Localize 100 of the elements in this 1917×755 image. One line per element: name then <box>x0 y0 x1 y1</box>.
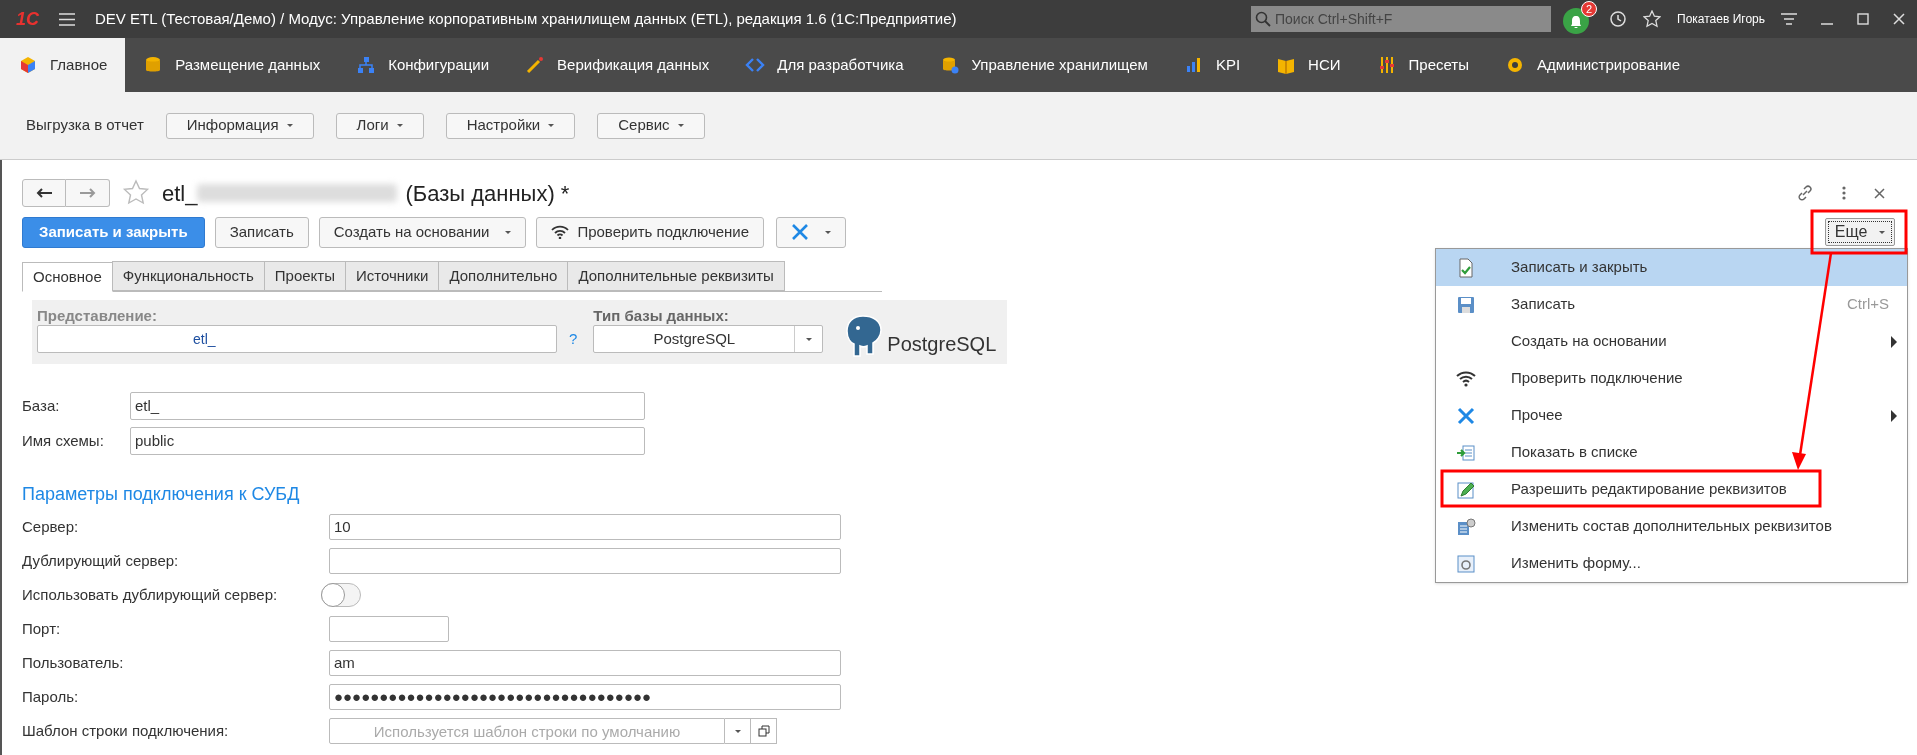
caret-icon <box>548 124 555 127</box>
menu-item[interactable]: Изменить форму... <box>1436 545 1907 582</box>
field-label: Шаблон строки подключения: <box>22 720 230 741</box>
caret-icon <box>825 230 832 234</box>
menu-icon[interactable] <box>59 12 75 26</box>
field-label: База: <box>22 395 61 416</box>
caret-icon <box>396 124 403 127</box>
more-button[interactable]: Еще <box>1825 218 1895 246</box>
menu-item[interactable]: Записать и закрыть <box>1436 249 1907 286</box>
tools-button[interactable] <box>776 216 847 248</box>
menu-button[interactable]: Логи <box>335 112 424 139</box>
section-tab[interactable]: Администрирование <box>1487 38 1699 92</box>
list-gear-icon <box>1456 516 1476 537</box>
window-title: DEV ETL (Тестовая/Демо) / Модус: Управление корпоративным хранилищем данных (ETL), редакция 1.6 (1С:Предприятие) <box>95 8 957 29</box>
bell-icon <box>1570 14 1582 28</box>
menu-icon[interactable] <box>1781 13 1797 25</box>
connection-template-field[interactable]: Используется шаблон строки по умолчанию <box>329 718 725 744</box>
field-label: Пароль: <box>22 686 80 707</box>
form-tab[interactable]: Функциональность <box>111 261 265 291</box>
submenu-arrow-icon <box>1891 409 1897 422</box>
cube-icon <box>18 55 38 75</box>
maximize-icon[interactable] <box>1857 13 1869 25</box>
field-label: Использовать дублирующий сервер: <box>22 584 279 605</box>
star-icon[interactable] <box>1643 10 1661 28</box>
back-button[interactable] <box>22 179 66 207</box>
toggle-switch[interactable] <box>321 583 361 607</box>
port-field[interactable] <box>329 616 449 642</box>
form-title: (Базы данных) * <box>405 179 570 208</box>
form-tab[interactable]: Дополнительно <box>438 261 569 291</box>
menu-button[interactable]: Сервис <box>597 112 705 139</box>
form-tab[interactable]: Основное <box>22 262 113 292</box>
tools-icon <box>1456 405 1476 426</box>
section-heading: Параметры подключения к СУБД <box>22 483 300 506</box>
section-tab[interactable]: Управление хранилищем <box>921 38 1166 92</box>
section-tab[interactable]: Размещение данных <box>125 38 339 92</box>
form-tab[interactable]: Источники <box>345 261 440 291</box>
caret-icon <box>677 124 684 127</box>
menu-button[interactable]: Настройки <box>445 112 576 139</box>
submenu-arrow-icon <box>1891 335 1897 348</box>
menu-item[interactable]: Разрешить редактирование реквизитов <box>1436 471 1907 508</box>
menu-item[interactable]: Создать на основании <box>1436 323 1907 360</box>
text-field[interactable]: ●●●●●●●●●●●●●●●●●●●●●●●●●●●●●●●●●●● <box>329 684 841 710</box>
text-field[interactable] <box>329 548 841 574</box>
command-label: Выгрузка в отчет <box>26 115 144 136</box>
search-icon <box>1255 11 1271 27</box>
field-label: Сервер: <box>22 516 80 537</box>
create-based-on-button[interactable]: Создать на основании <box>318 216 527 248</box>
text-field[interactable]: public <box>130 427 645 455</box>
text-field[interactable]: 10 <box>329 514 841 540</box>
text-field[interactable]: etl_ <box>130 392 645 420</box>
field-label: Дублирующий сервер: <box>22 550 180 571</box>
field-label: Представление: <box>37 306 158 325</box>
field-label: Пользователь: <box>22 652 125 673</box>
list-arrow-icon <box>1456 442 1476 463</box>
check-connection-button[interactable]: Проверить подключение <box>536 216 765 248</box>
forward-arrow-icon <box>79 188 96 198</box>
edit-pencil-icon <box>1456 479 1476 500</box>
caret-icon <box>286 124 293 127</box>
tools-icon <box>791 223 810 241</box>
form-tab[interactable]: Дополнительные реквизиты <box>567 261 785 291</box>
caret-icon <box>805 337 812 341</box>
close-icon[interactable] <box>1874 187 1885 199</box>
search-field[interactable]: Поиск Ctrl+Shift+F <box>1251 6 1551 32</box>
section-tab[interactable]: Пресеты <box>1358 38 1487 92</box>
history-icon[interactable] <box>1609 10 1627 28</box>
save-icon <box>1456 294 1476 315</box>
save-button[interactable]: Записать <box>214 216 309 248</box>
field-label: Порт: <box>22 618 62 639</box>
menu-item[interactable]: Проверить подключение <box>1436 360 1907 397</box>
form-gear-icon <box>1456 553 1476 574</box>
star-icon[interactable] <box>122 179 150 207</box>
form-title: etl_ <box>162 179 198 208</box>
more-icon[interactable] <box>1842 186 1846 200</box>
caret-icon <box>1879 230 1886 234</box>
section-tab[interactable]: Конфигурации <box>338 38 508 92</box>
form-tab[interactable]: Проекты <box>263 261 346 291</box>
field-label: Тип базы данных: <box>593 306 730 325</box>
wifi-icon <box>1456 368 1476 389</box>
notification-count: 2 <box>1581 1 1597 17</box>
menu-button[interactable]: Информация <box>165 112 314 139</box>
back-arrow-icon <box>36 188 52 198</box>
link-icon[interactable] <box>1796 184 1814 202</box>
section-tab[interactable]: Верификация данных <box>507 38 728 92</box>
logo-text: PostgreSQL <box>887 332 997 357</box>
menu-item[interactable]: Изменить состав дополнительных реквизитов <box>1436 508 1907 545</box>
representation-field[interactable]: etl_ <box>37 325 557 353</box>
section-tab[interactable]: НСИ <box>1258 38 1359 92</box>
section-tab[interactable]: Для разработчика <box>727 38 922 92</box>
open-button[interactable] <box>751 718 777 744</box>
section-tab[interactable]: Главное <box>0 38 126 92</box>
user-name[interactable]: Покатаев Игорь <box>1677 10 1765 28</box>
menu-item[interactable]: Записать Ctrl+S <box>1436 286 1907 323</box>
menu-item[interactable]: Показать в списке <box>1436 434 1907 471</box>
text-field[interactable]: am <box>329 650 841 676</box>
section-tab[interactable]: KPI <box>1165 38 1259 92</box>
database-type-dropdown[interactable]: PostgreSQL <box>593 325 824 353</box>
wand-icon <box>525 55 546 75</box>
caret-icon <box>734 729 741 733</box>
menu-item[interactable]: Прочее <box>1436 397 1907 434</box>
app-logo: 1С <box>16 7 39 31</box>
